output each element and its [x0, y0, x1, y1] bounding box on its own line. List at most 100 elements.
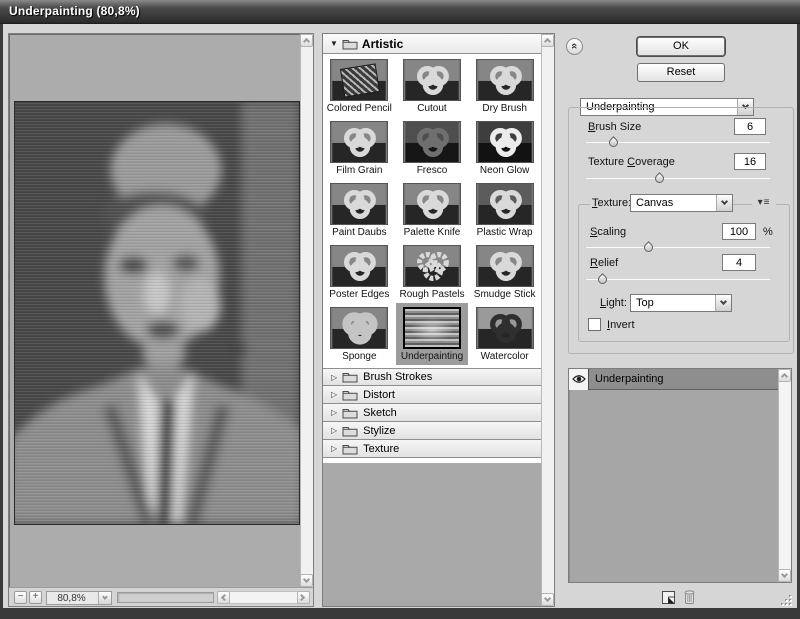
filter-thumbnail[interactable]: Cutout: [396, 55, 469, 117]
slider-thumb[interactable]: [607, 136, 620, 149]
slider-thumb[interactable]: [596, 273, 609, 286]
texture-coverage-input[interactable]: [734, 153, 766, 170]
resize-grip[interactable]: [780, 594, 793, 607]
scaling-input[interactable]: [722, 223, 756, 240]
filter-thumbnail[interactable]: Underpainting: [396, 303, 469, 365]
relief-slider[interactable]: [586, 274, 770, 285]
scroll-up-button[interactable]: [778, 369, 791, 382]
filter-thumbnail[interactable]: Dry Brush: [468, 55, 541, 117]
scroll-down-button[interactable]: [300, 574, 313, 587]
filter-thumbnail[interactable]: Paint Daubs: [323, 179, 396, 241]
preview-vertical-scrollbar[interactable]: [300, 34, 313, 587]
filter-browser-panel: ▼ Artistic Colored Pencil: [322, 33, 555, 607]
effect-layers-list: Underpainting: [568, 368, 792, 583]
chevron-down-icon: [544, 595, 551, 602]
scroll-down-button[interactable]: [541, 593, 554, 606]
slider-track: [586, 279, 770, 280]
filter-thumbnail[interactable]: Palette Knife: [396, 179, 469, 241]
scroll-up-button[interactable]: [541, 34, 554, 47]
collapsed-triangle-icon: ▷: [331, 373, 337, 382]
filter-thumbnail[interactable]: Neon Glow: [468, 117, 541, 179]
filter-thumbnail-image: [330, 59, 388, 101]
filter-thumbnail-image: [403, 183, 461, 225]
slider-thumb[interactable]: [653, 172, 666, 185]
scroll-down-button[interactable]: [778, 569, 791, 582]
delete-effect-layer-button[interactable]: [683, 589, 696, 605]
filter-category-artistic[interactable]: ▼ Artistic: [323, 34, 541, 54]
filter-thumbnail-label: Dry Brush: [482, 103, 526, 114]
filter-thumbnail[interactable]: Poster Edges: [323, 241, 396, 303]
texture-options-menu-button[interactable]: ▾≡: [752, 196, 776, 210]
layers-scrollbar[interactable]: [778, 369, 791, 582]
filter-thumbnail-label: Colored Pencil: [327, 103, 392, 114]
scroll-right-button[interactable]: [297, 591, 310, 604]
dropdown-button[interactable]: [716, 195, 732, 211]
filter-thumbnail[interactable]: Rough Pastels: [396, 241, 469, 303]
scaling-label: Scaling: [590, 226, 626, 238]
filter-thumbnail[interactable]: Plastic Wrap: [468, 179, 541, 241]
progress-bar: [117, 592, 214, 603]
slider-track: [586, 247, 770, 248]
folder-icon: [342, 443, 358, 455]
preview-zoom-bar: − + 80,8%: [9, 587, 313, 606]
effect-layer-row[interactable]: Underpainting: [569, 369, 778, 390]
filter-category-row[interactable]: ▷ Texture: [323, 440, 541, 458]
preview-image[interactable]: [14, 101, 300, 525]
filter-category-row[interactable]: ▷ Stylize: [323, 422, 541, 440]
filter-thumbnail[interactable]: Sponge: [323, 303, 396, 365]
new-effect-layer-button[interactable]: [661, 590, 676, 605]
trash-icon: [683, 589, 696, 605]
slider-track: [586, 178, 770, 179]
filter-browser-empty-area: [323, 463, 541, 606]
relief-input[interactable]: [722, 254, 756, 271]
preview-horizontal-scrollbar[interactable]: [217, 591, 310, 604]
filter-thumbnail-image: [403, 121, 461, 163]
dropdown-button[interactable]: [715, 295, 731, 311]
reset-button[interactable]: Reset: [637, 63, 725, 82]
panel-collapse-button[interactable]: «: [566, 38, 583, 55]
slider-thumb[interactable]: [642, 241, 655, 254]
light-select[interactable]: Top: [630, 294, 732, 312]
zoom-level-select[interactable]: 80,8%: [46, 591, 112, 605]
layer-visibility-toggle[interactable]: [569, 369, 589, 390]
filter-thumbnail-label: Underpainting: [401, 351, 463, 362]
folder-icon: [342, 371, 358, 383]
filter-category-row[interactable]: ▷ Distort: [323, 386, 541, 404]
chevron-down-icon: [781, 571, 788, 578]
filter-thumbnail[interactable]: Colored Pencil: [323, 55, 396, 117]
filter-thumbnail[interactable]: Fresco: [396, 117, 469, 179]
preview-canvas[interactable]: − + 80,8%: [8, 33, 314, 607]
brush-size-label: Brush Size: [588, 121, 641, 133]
filter-thumbnail[interactable]: Smudge Stick: [468, 241, 541, 303]
filter-thumbnail-image: [330, 307, 388, 349]
zoom-level-value: 80,8%: [47, 593, 96, 604]
filter-thumbnail-image: [476, 183, 534, 225]
filter-thumbnail[interactable]: Watercolor: [468, 303, 541, 365]
filter-thumbnail-image: [476, 307, 534, 349]
texture-select[interactable]: Canvas: [630, 194, 733, 212]
chevron-up-icon: [303, 38, 310, 45]
filter-category-row[interactable]: ▷ Sketch: [323, 404, 541, 422]
zoom-out-button[interactable]: −: [14, 591, 27, 604]
filter-thumbnail-image: [330, 121, 388, 163]
filter-browser-scrollbar[interactable]: [541, 34, 554, 606]
zoom-level-dropdown-button[interactable]: [98, 592, 111, 604]
filter-category-row[interactable]: ▷ Brush Strokes: [323, 368, 541, 386]
scroll-left-button[interactable]: [217, 591, 230, 604]
brush-size-slider[interactable]: [586, 137, 770, 148]
scaling-slider[interactable]: [586, 242, 770, 253]
title-bar[interactable]: Underpainting (80,8%): [0, 0, 800, 24]
scroll-up-button[interactable]: [300, 34, 313, 47]
portrait-graphic: [15, 102, 299, 524]
ok-button[interactable]: OK: [637, 37, 725, 56]
invert-checkbox[interactable]: [588, 318, 601, 331]
filter-thumbnail-image: [403, 59, 461, 101]
category-label: Texture: [363, 443, 399, 455]
filter-thumbnail[interactable]: Film Grain: [323, 117, 396, 179]
folder-icon: [342, 389, 358, 401]
category-label: Artistic: [362, 37, 403, 51]
brush-size-input[interactable]: [734, 118, 766, 135]
texture-coverage-slider[interactable]: [586, 173, 770, 184]
zoom-in-button[interactable]: +: [29, 591, 42, 604]
double-chevron-up-icon: «: [568, 43, 580, 49]
